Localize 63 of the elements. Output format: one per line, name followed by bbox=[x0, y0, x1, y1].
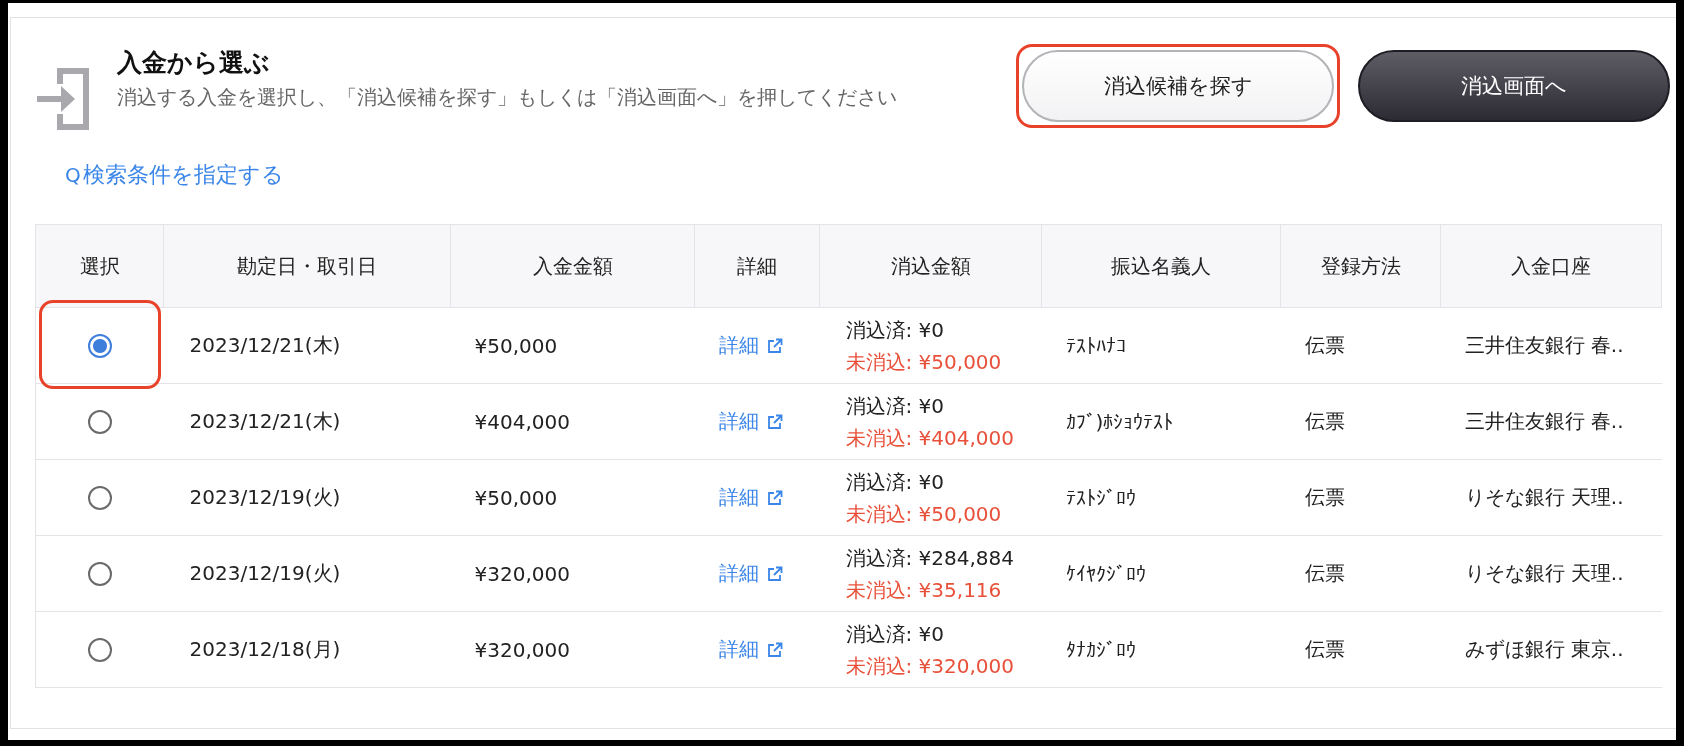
payer-name-cell: ｶﾌﾞ)ﾎｼｮｳﾃｽﾄ bbox=[1041, 383, 1281, 460]
external-link-icon bbox=[766, 641, 783, 658]
column-header: 消込金額 bbox=[819, 224, 1042, 308]
external-link-icon bbox=[766, 489, 783, 506]
radio-button[interactable] bbox=[87, 334, 112, 359]
date-cell: 2023/12/19(火) bbox=[163, 535, 451, 612]
uncleared-amount: 未消込: ¥404,000 bbox=[845, 424, 1016, 452]
find-candidates-button[interactable]: 消込候補を探す bbox=[1022, 50, 1334, 122]
detail-link[interactable]: 詳細 bbox=[718, 408, 783, 435]
radio-button[interactable] bbox=[87, 486, 112, 511]
method-cell: 伝票 bbox=[1280, 307, 1441, 384]
account-cell: りそな銀行 天理.. bbox=[1440, 535, 1662, 612]
method-cell: 伝票 bbox=[1280, 611, 1441, 688]
payer-name-cell: ﾃｽﾄｼﾞﾛｳ bbox=[1041, 459, 1281, 536]
amount-cell: ¥404,000 bbox=[450, 383, 695, 460]
column-header: 勘定日・取引日 bbox=[163, 224, 451, 308]
search-conditions-link[interactable]: Q検索条件を指定する bbox=[65, 160, 284, 190]
detail-link[interactable]: 詳細 bbox=[718, 636, 783, 663]
cleared-amount: 消込済: ¥284,884 bbox=[845, 544, 1016, 572]
uncleared-amount: 未消込: ¥50,000 bbox=[845, 500, 1003, 528]
radio-button[interactable] bbox=[87, 562, 112, 587]
date-cell: 2023/12/19(火) bbox=[163, 459, 451, 536]
detail-link[interactable]: 詳細 bbox=[718, 484, 783, 511]
reconcile-screen-button[interactable]: 消込画面へ bbox=[1358, 50, 1670, 122]
cleared-amount: 消込済: ¥0 bbox=[845, 620, 946, 648]
amount-cell: ¥320,000 bbox=[450, 611, 695, 688]
radio-button[interactable] bbox=[87, 410, 112, 435]
column-header: 選択 bbox=[35, 224, 164, 308]
payer-name-cell: ｹｲﾔｸｼﾞﾛｳ bbox=[1041, 535, 1281, 612]
date-cell: 2023/12/21(木) bbox=[163, 307, 451, 384]
column-header: 登録方法 bbox=[1280, 224, 1441, 308]
account-cell: みずほ銀行 東京.. bbox=[1440, 611, 1662, 688]
uncleared-amount: 未消込: ¥50,000 bbox=[845, 348, 1003, 376]
payer-name-cell: ﾃｽﾄﾊﾅｺ bbox=[1041, 307, 1281, 384]
radio-button[interactable] bbox=[87, 638, 112, 663]
amount-cell: ¥320,000 bbox=[450, 535, 695, 612]
external-link-icon bbox=[766, 413, 783, 430]
amount-cell: ¥50,000 bbox=[450, 459, 695, 536]
uncleared-amount: 未消込: ¥320,000 bbox=[845, 652, 1016, 680]
column-header: 入金口座 bbox=[1440, 224, 1662, 308]
account-cell: 三井住友銀行 春.. bbox=[1440, 307, 1662, 384]
section-title: 入金から選ぶ bbox=[117, 47, 271, 79]
uncleared-amount: 未消込: ¥35,116 bbox=[845, 576, 1003, 604]
external-link-icon bbox=[766, 565, 783, 582]
cleared-amount: 消込済: ¥0 bbox=[845, 468, 946, 496]
detail-link[interactable]: 詳細 bbox=[718, 560, 783, 587]
detail-link[interactable]: 詳細 bbox=[718, 332, 783, 359]
payer-name-cell: ﾀﾅｶｼﾞﾛｳ bbox=[1041, 611, 1281, 688]
column-header: 詳細 bbox=[694, 224, 820, 308]
amount-cell: ¥50,000 bbox=[450, 307, 695, 384]
external-link-icon bbox=[766, 337, 783, 354]
instruction-text: 消込する入金を選択し、「消込候補を探す」もしくは「消込画面へ」を押してください bbox=[117, 84, 898, 111]
date-cell: 2023/12/21(木) bbox=[163, 383, 451, 460]
cleared-amount: 消込済: ¥0 bbox=[845, 316, 946, 344]
method-cell: 伝票 bbox=[1280, 383, 1441, 460]
date-cell: 2023/12/18(月) bbox=[163, 611, 451, 688]
column-header: 振込名義人 bbox=[1041, 224, 1281, 308]
cleared-amount: 消込済: ¥0 bbox=[845, 392, 946, 420]
account-cell: りそな銀行 天理.. bbox=[1440, 459, 1662, 536]
method-cell: 伝票 bbox=[1280, 459, 1441, 536]
column-header: 入金金額 bbox=[450, 224, 695, 308]
account-cell: 三井住友銀行 春.. bbox=[1440, 383, 1662, 460]
method-cell: 伝票 bbox=[1280, 535, 1441, 612]
